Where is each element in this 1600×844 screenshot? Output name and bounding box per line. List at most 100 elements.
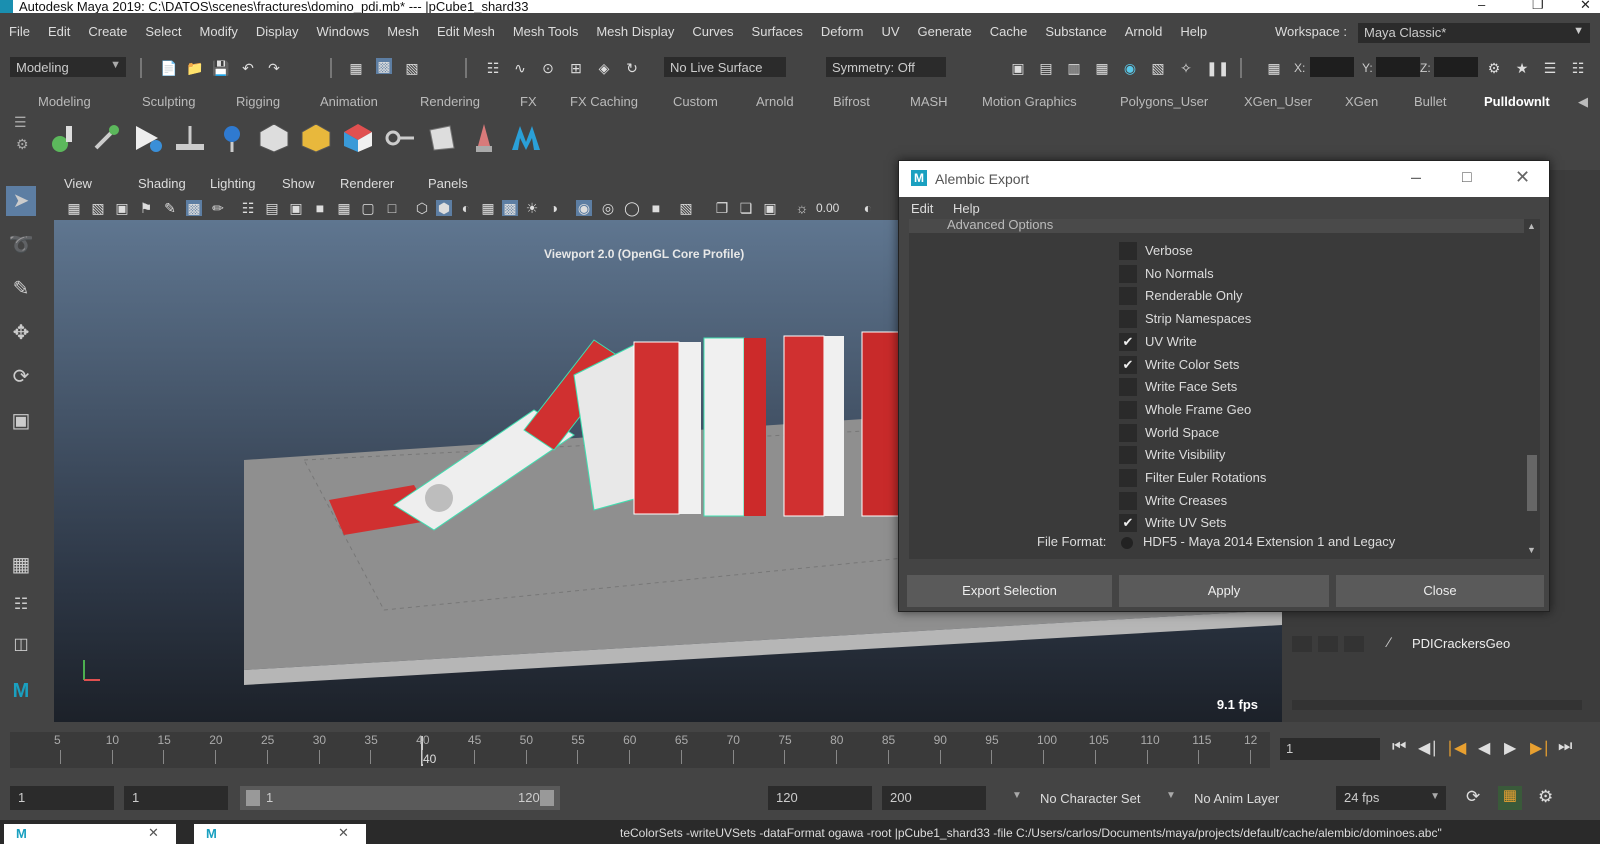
loop-icon[interactable]: ⟳	[1466, 787, 1480, 807]
undo-icon[interactable]: ↶	[240, 60, 256, 76]
close-icon[interactable]: ✕	[338, 825, 349, 841]
y-coordinate-input[interactable]	[1376, 57, 1420, 77]
grid-toggle-icon[interactable]: ☷	[240, 200, 256, 216]
pdi-shatter-icon[interactable]	[258, 122, 290, 154]
pdi-key-icon[interactable]	[384, 122, 416, 154]
option-checkbox[interactable]	[1119, 310, 1137, 329]
go-to-start-icon[interactable]: ⏮	[1392, 738, 1406, 756]
scrollbar-thumb[interactable]	[1527, 455, 1537, 511]
hypershade-icon[interactable]: ◉	[1122, 60, 1138, 76]
maya-home-icon[interactable]: M	[6, 676, 36, 706]
select-object-icon[interactable]: ▩	[376, 58, 392, 74]
ipr-render-icon[interactable]: ▥	[1066, 60, 1082, 76]
select-tool-icon[interactable]: ➤	[6, 186, 36, 216]
step-forward-frame-icon[interactable]: ▶∣	[1530, 738, 1550, 758]
option-checkbox[interactable]: ✔	[1119, 332, 1137, 351]
attribute-editor-icon[interactable]: ☰	[1542, 60, 1558, 76]
fps-dropdown[interactable]: 24 fps ▼	[1336, 786, 1446, 810]
motion-blur-icon[interactable]: ◎	[600, 200, 616, 216]
select-component-icon[interactable]: ▧	[404, 60, 420, 76]
menu-display[interactable]: Display	[247, 24, 308, 39]
menu-select[interactable]: Select	[136, 24, 190, 39]
option-checkbox[interactable]	[1119, 264, 1137, 283]
move-tool-icon[interactable]: ✥	[6, 318, 36, 348]
menu-deform[interactable]: Deform	[812, 24, 873, 39]
snap-view-icon[interactable]: ⊞	[568, 60, 584, 76]
light-editor-icon[interactable]: ✧	[1178, 60, 1194, 76]
exposure-icon[interactable]: ☼	[794, 200, 810, 216]
pdi-logo-icon[interactable]	[510, 122, 542, 154]
shelf-tab-mash[interactable]: MASH	[910, 94, 948, 109]
taskbar-window-1[interactable]: M ✕	[4, 824, 176, 844]
scroll-down-icon[interactable]: ▼	[1527, 545, 1536, 555]
paint-select-tool-icon[interactable]: ✎	[6, 274, 36, 304]
lasso-tool-icon[interactable]: ➰	[6, 230, 36, 260]
gate-mask-icon[interactable]: ■	[312, 200, 328, 216]
smooth-shade-icon[interactable]: ⬢	[436, 200, 452, 216]
render-view-icon[interactable]: ▣	[1010, 60, 1026, 76]
render-frame-icon[interactable]: ▤	[1038, 60, 1054, 76]
minimize-icon[interactable]: –	[1411, 167, 1421, 188]
z-coordinate-input[interactable]	[1434, 57, 1478, 77]
option-checkbox[interactable]	[1119, 378, 1137, 397]
visibility-toggle-icon[interactable]	[1292, 636, 1312, 652]
section-header[interactable]: Advanced Options	[909, 219, 1534, 233]
snap-pivot-icon[interactable]: ↻	[624, 60, 640, 76]
four-pane-layout-icon[interactable]: ☷	[6, 590, 36, 620]
menu-uv[interactable]: UV	[872, 24, 908, 39]
menu-mesh-display[interactable]: Mesh Display	[587, 24, 683, 39]
pdi-shatter-color-icon[interactable]	[342, 122, 374, 154]
menu-windows[interactable]: Windows	[307, 24, 378, 39]
shelf-tab-animation[interactable]: Animation	[320, 94, 378, 109]
select-hierarchy-icon[interactable]: ▦	[348, 60, 364, 76]
auto-key-icon[interactable]: ▦	[1498, 786, 1522, 810]
template-toggle-icon[interactable]	[1318, 636, 1338, 652]
live-surface-field[interactable]: No Live Surface	[664, 57, 786, 77]
apply-button[interactable]: Apply	[1119, 575, 1329, 607]
single-pane-layout-icon[interactable]: ▦	[6, 550, 36, 580]
menu-surfaces[interactable]: Surfaces	[743, 24, 812, 39]
shelf-tab-sculpting[interactable]: Sculpting	[142, 94, 195, 109]
menu-curves[interactable]: Curves	[683, 24, 742, 39]
reference-toggle-icon[interactable]	[1344, 636, 1364, 652]
option-checkbox[interactable]	[1119, 446, 1137, 465]
render-settings-icon[interactable]: ▦	[1094, 60, 1110, 76]
rotate-tool-icon[interactable]: ⟳	[6, 362, 36, 392]
film-gate-icon[interactable]: ▤	[264, 200, 280, 216]
save-scene-icon[interactable]: 💾	[212, 60, 229, 76]
menu-edit[interactable]: Edit	[39, 24, 79, 39]
camera-pan-icon[interactable]: ▣	[762, 200, 778, 216]
x-coordinate-input[interactable]	[1310, 57, 1354, 77]
close-icon[interactable]: ✕	[148, 825, 159, 841]
snap-point-icon[interactable]: ⊙	[540, 60, 556, 76]
wireframe-on-shaded-icon[interactable]: ◐	[458, 200, 474, 216]
option-checkbox[interactable]	[1119, 400, 1137, 419]
transform-mode-icon[interactable]: ▦	[1266, 60, 1282, 76]
shelf-menu-arrow-icon[interactable]: ◀	[1578, 94, 1588, 110]
maximize-icon[interactable]: ❐	[1532, 0, 1544, 11]
scroll-up-icon[interactable]: ▲	[1527, 221, 1536, 231]
panel-menu-shading[interactable]: Shading	[138, 176, 186, 191]
step-back-key-icon[interactable]: ◀∣	[1418, 738, 1438, 758]
menu-arnold[interactable]: Arnold	[1116, 24, 1172, 39]
current-frame-field[interactable]: 1	[1280, 738, 1380, 760]
render-setup-icon[interactable]: ▧	[1150, 60, 1166, 76]
shelf-tab-motion-graphics[interactable]: Motion Graphics	[982, 94, 1077, 109]
time-slider[interactable]: 40 1 ⏮ ◀∣ ∣◀ ◀ ▶ ▶∣ ⏭ 5 10 15 20 25 30 35 40 45 5…	[0, 730, 1600, 772]
panel-menu-renderer[interactable]: Renderer	[340, 176, 394, 191]
range-slider[interactable]: 1 120	[240, 786, 560, 810]
time-slider-track[interactable]	[10, 732, 1270, 768]
option-checkbox[interactable]	[1119, 423, 1137, 442]
shelf-tab-pulldownit[interactable]: Pulldownlt	[1484, 94, 1550, 109]
play-backwards-icon[interactable]: ◀	[1478, 738, 1490, 758]
edit-icon[interactable]: ✏	[210, 200, 226, 216]
pdi-ground-icon[interactable]	[174, 122, 206, 154]
menu-generate[interactable]: Generate	[909, 24, 981, 39]
shelf-tab-custom[interactable]: Custom	[673, 94, 718, 109]
close-button[interactable]: Close	[1336, 575, 1544, 607]
character-set-value[interactable]: No Character Set	[1040, 791, 1140, 806]
panel-menu-view[interactable]: View	[64, 176, 92, 191]
resolution-gate-icon[interactable]: ▣	[288, 200, 304, 216]
shelf-settings-icon[interactable]: ⚙	[16, 136, 29, 153]
bookmark-icon[interactable]: ⚑	[138, 200, 154, 216]
